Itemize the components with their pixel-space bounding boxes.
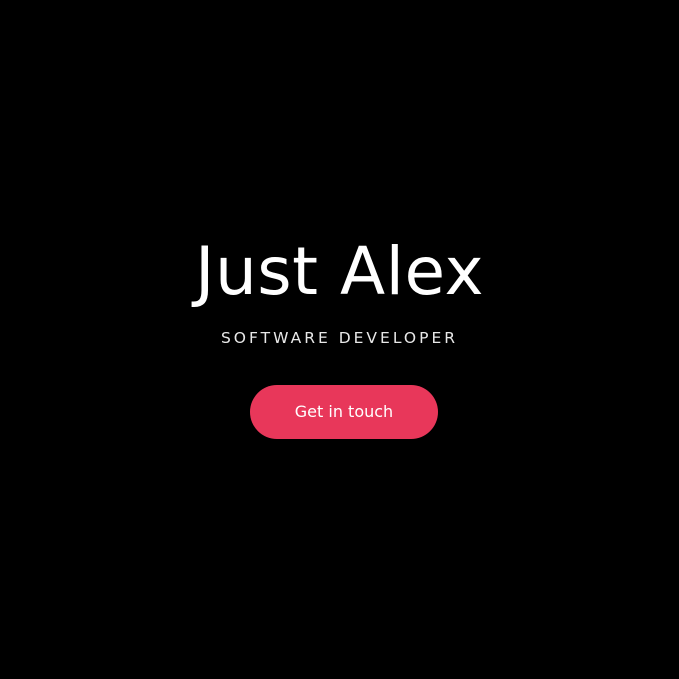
hero-title: Just Alex xyxy=(194,233,485,310)
hero-section: Just Alex SOFTWARE DEVELOPER Get in touc… xyxy=(0,0,679,679)
get-in-touch-button[interactable]: Get in touch xyxy=(250,385,438,439)
hero-subtitle: SOFTWARE DEVELOPER xyxy=(220,329,459,347)
